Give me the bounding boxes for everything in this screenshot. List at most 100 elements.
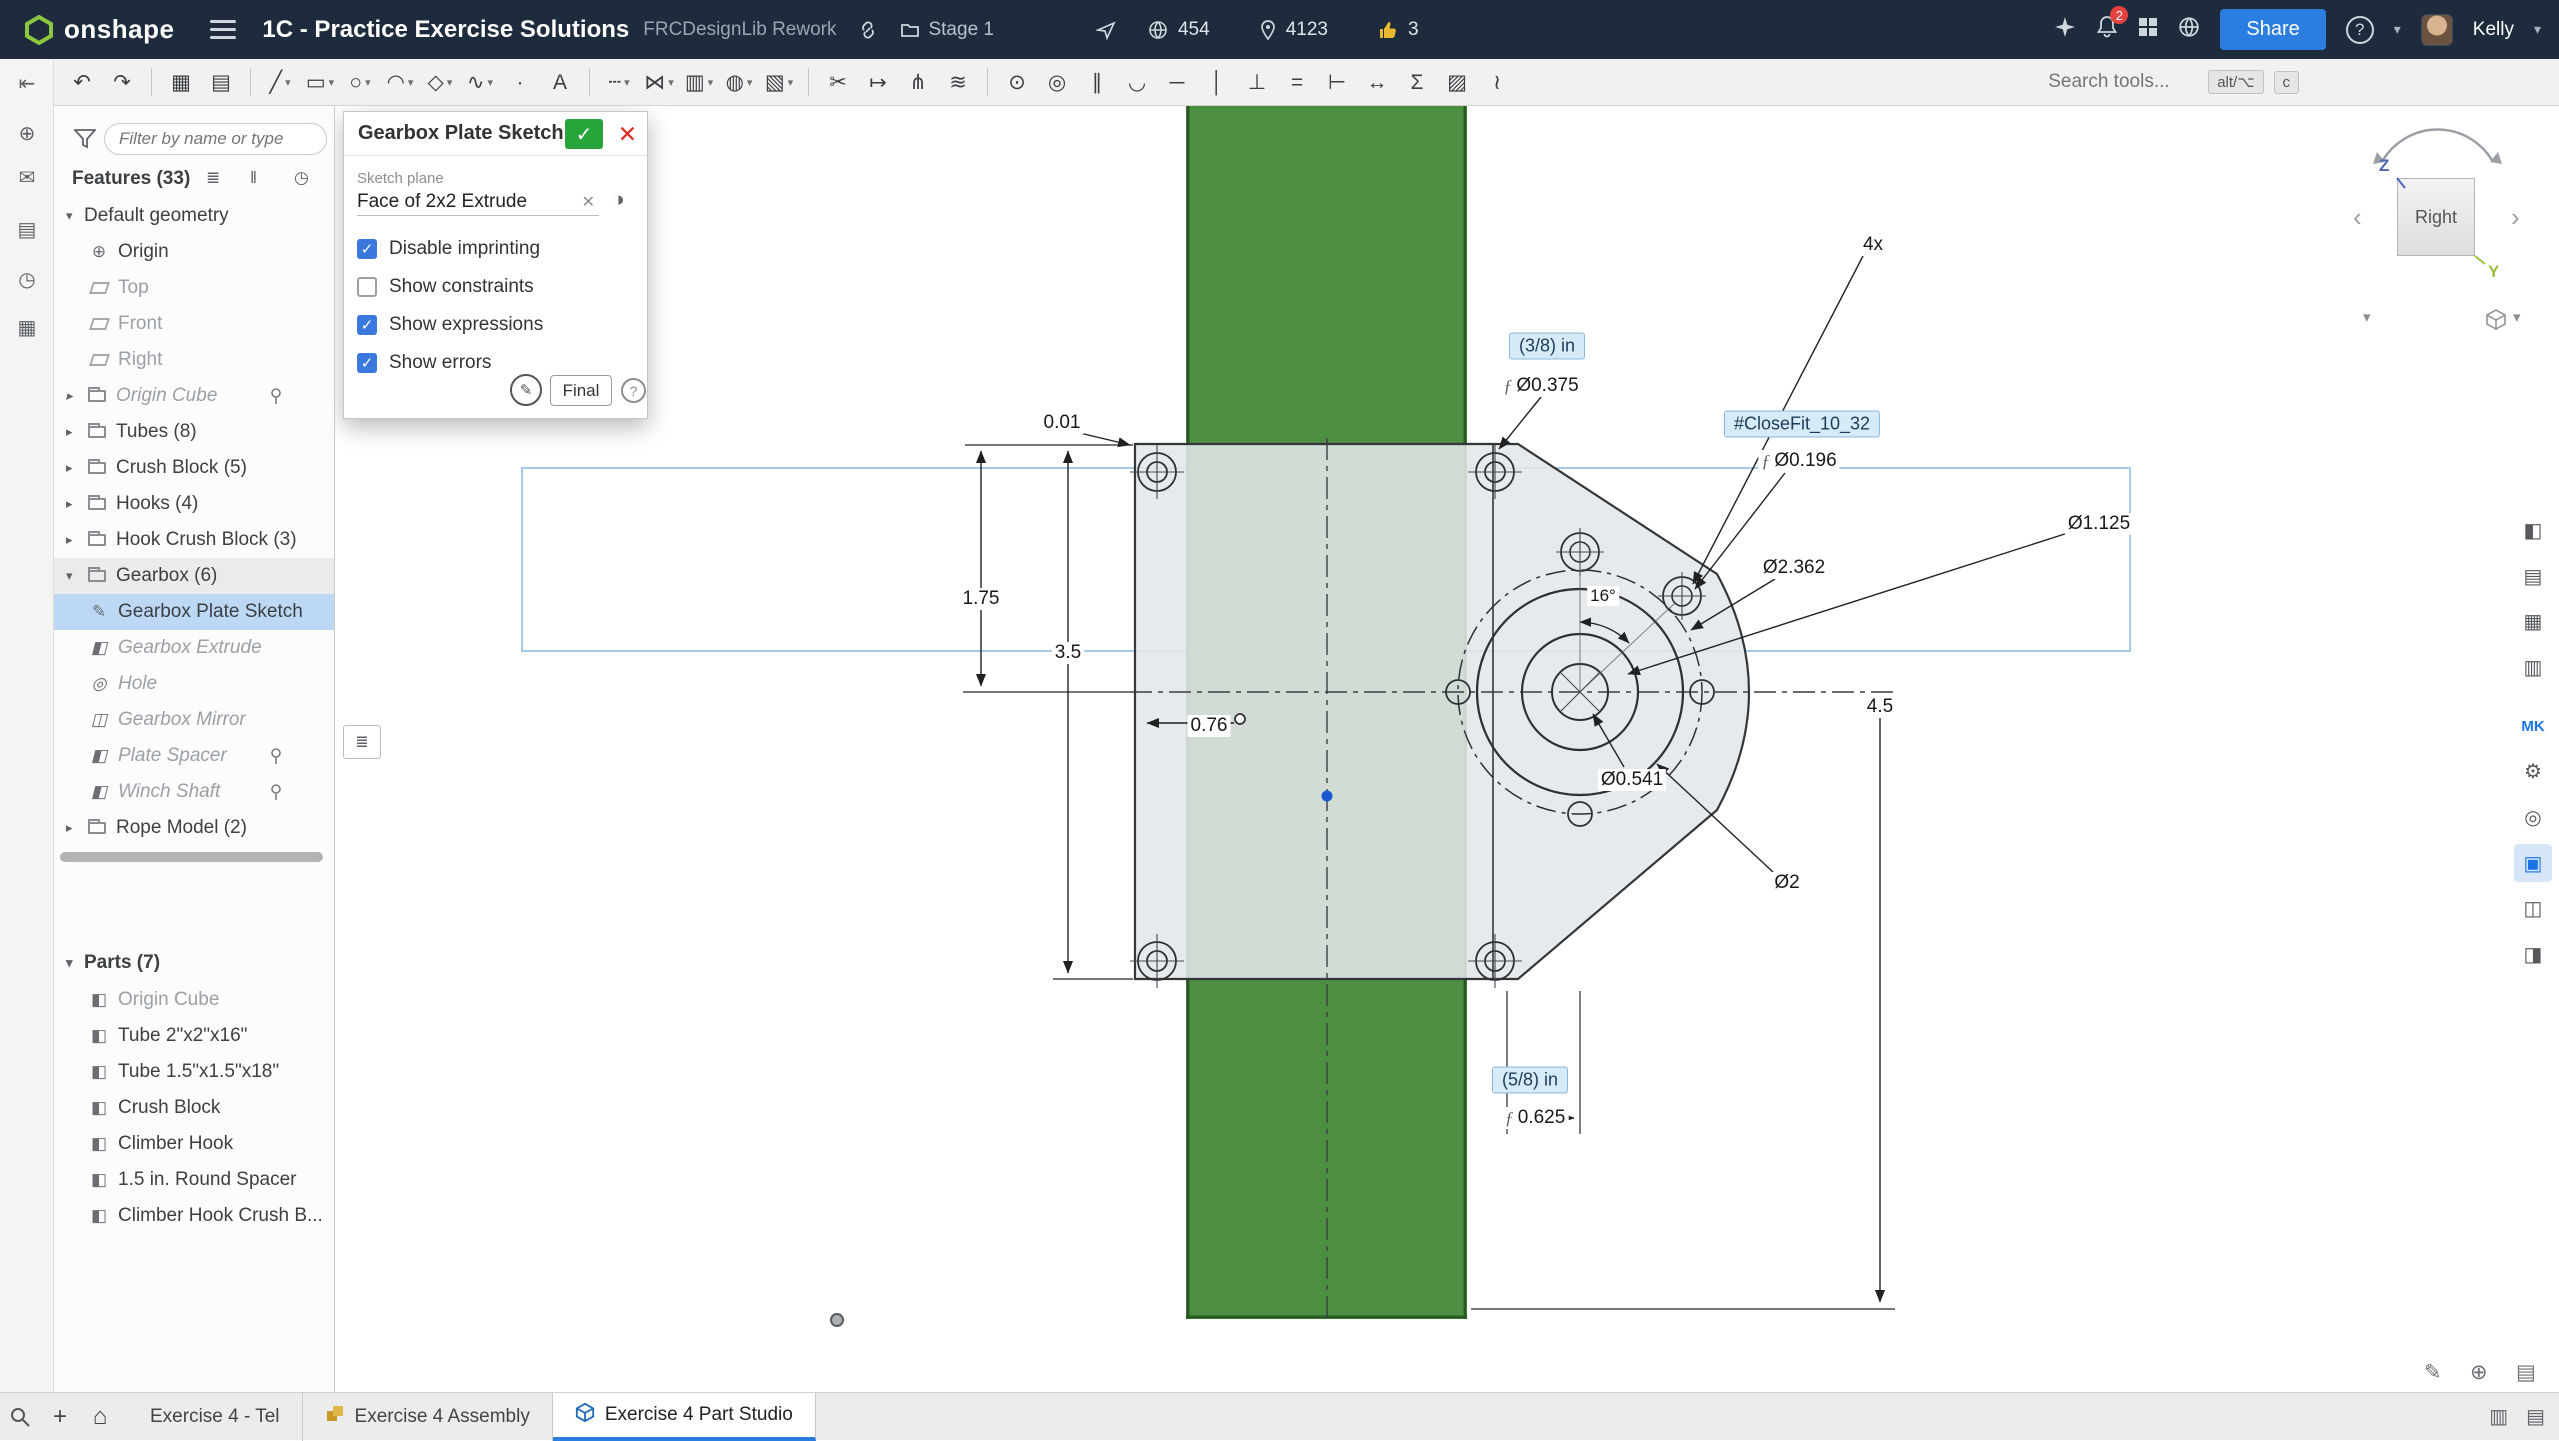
chevron-down-icon[interactable]: ▾: [66, 568, 84, 584]
feature-item-origin[interactable]: ⊕ Origin: [54, 234, 335, 270]
redo-button[interactable]: ↷: [102, 64, 142, 100]
comments-icon[interactable]: ✉: [0, 165, 54, 190]
feature-filter-input[interactable]: [104, 123, 327, 155]
feature-item-gearbox[interactable]: ▾ Gearbox (6): [54, 558, 335, 594]
sketch-canvas[interactable]: [335, 106, 2559, 1392]
insert-image-icon[interactable]: ▤: [201, 64, 241, 100]
feature-item-hole[interactable]: ◎ Hole: [54, 666, 335, 702]
dimension-label[interactable]: Ø2.362: [1760, 557, 1828, 579]
part-item-climber-hook-crush[interactable]: ◧ Climber Hook Crush B...: [54, 1198, 335, 1234]
dxf-import-tool[interactable]: ▧▾: [759, 64, 799, 100]
feature-list-flyout-button[interactable]: ≣: [343, 725, 381, 759]
variable-chip[interactable]: #CloseFit_10_32: [1724, 411, 1880, 438]
home-icon[interactable]: ⌂: [80, 1397, 120, 1437]
ai-assistant-icon[interactable]: [2054, 16, 2076, 44]
feature-item-gearbox-extrude[interactable]: ◧ Gearbox Extrude: [54, 630, 335, 666]
horizontal-constraint[interactable]: ─: [1157, 64, 1197, 100]
feature-item-top-plane[interactable]: Top: [54, 270, 335, 306]
chevron-right-icon[interactable]: ▸: [66, 388, 84, 404]
tangent-constraint[interactable]: ◡: [1117, 64, 1157, 100]
dimension-label[interactable]: ƒ0.625: [1502, 1107, 1569, 1129]
cancel-icon[interactable]: ✕: [618, 121, 637, 148]
option-show-errors[interactable]: ✓ Show errors: [357, 352, 491, 374]
active-panel-icon[interactable]: ▣: [2514, 844, 2552, 882]
clear-selection-icon[interactable]: ✕: [582, 192, 595, 212]
view-options-caret-icon[interactable]: ▾: [2513, 308, 2521, 326]
line-tool[interactable]: ╱▾: [260, 64, 300, 100]
send-icon[interactable]: [1096, 20, 1116, 40]
feature-list-options-icon[interactable]: ≣: [206, 168, 220, 188]
edit-drawing-icon[interactable]: ✎: [2424, 1360, 2442, 1385]
feature-item-front-plane[interactable]: Front: [54, 306, 335, 342]
chevron-down-icon[interactable]: ▾: [66, 208, 84, 224]
chevron-right-icon[interactable]: ▸: [66, 460, 84, 476]
selection-history-icon[interactable]: ◑: [612, 188, 625, 212]
hatch-tool[interactable]: ▨: [1437, 64, 1477, 100]
filter-icon[interactable]: [74, 129, 96, 149]
split-tool[interactable]: ⋔: [898, 64, 938, 100]
configurations-panel-icon[interactable]: ▦: [2514, 602, 2552, 640]
dimension-label[interactable]: ƒØ0.196: [1758, 450, 1839, 472]
construction-toggle[interactable]: ┄▾: [599, 64, 639, 100]
avatar[interactable]: [2421, 14, 2453, 46]
chevron-right-icon[interactable]: ▸: [66, 820, 84, 836]
sketch-plane-field[interactable]: Face of 2x2 Extrude ✕: [357, 188, 599, 216]
document-title[interactable]: 1C - Practice Exercise Solutions: [262, 16, 629, 44]
offset-tool[interactable]: ≋: [938, 64, 978, 100]
dimension-label[interactable]: Ø1.125: [2065, 513, 2133, 535]
circle-tool[interactable]: ○▾: [340, 64, 380, 100]
link-icon[interactable]: [858, 20, 878, 40]
sync-status-icon[interactable]: ⊕: [2470, 1360, 2488, 1385]
history-icon[interactable]: ◷: [0, 267, 54, 292]
part-item-tube-15x15[interactable]: ◧ Tube 1.5"x1.5"x18": [54, 1054, 335, 1090]
mkcad-app-icon[interactable]: MK: [2514, 707, 2552, 745]
language-globe-icon[interactable]: [2178, 16, 2200, 43]
final-button[interactable]: Final: [550, 375, 612, 406]
rebuild-history-icon[interactable]: ◷: [294, 168, 309, 188]
workspace-folder-icon[interactable]: [900, 21, 920, 39]
spline-tool[interactable]: ∿▾: [460, 64, 500, 100]
midpoint-constraint[interactable]: ⊢: [1317, 64, 1357, 100]
gearbox-plate-face[interactable]: [1135, 444, 1749, 979]
part-item-round-spacer[interactable]: ◧ 1.5 in. Round Spacer: [54, 1162, 335, 1198]
rotate-left-icon[interactable]: ‹: [2353, 202, 2362, 233]
view-menu-caret-icon[interactable]: ▾: [2363, 308, 2371, 326]
curve-pattern-tool[interactable]: ≀: [1477, 64, 1517, 100]
option-show-constraints[interactable]: Show constraints: [357, 276, 534, 298]
feature-item-hooks[interactable]: ▸ Hooks (4): [54, 486, 335, 522]
properties-icon[interactable]: ▤: [0, 217, 54, 242]
feature-item-origin-cube[interactable]: ▸ Origin Cube: [54, 378, 335, 414]
equal-constraint[interactable]: =: [1277, 64, 1317, 100]
dimension-label[interactable]: 4.5: [1864, 696, 1896, 718]
sketch-point[interactable]: [1235, 714, 1245, 724]
user-caret-icon[interactable]: ▾: [2534, 21, 2541, 38]
count-label[interactable]: 4x: [1860, 234, 1886, 256]
search-tools-input[interactable]: [2048, 71, 2198, 93]
database-icon[interactable]: ▤: [2516, 1360, 2536, 1385]
chevron-right-icon[interactable]: ▸: [66, 496, 84, 512]
search-tabs-icon[interactable]: [0, 1397, 40, 1437]
feature-item-plate-spacer[interactable]: ◧ Plate Spacer: [54, 738, 335, 774]
measure-panel-icon[interactable]: ◎: [2514, 798, 2552, 836]
rollback-bar[interactable]: [60, 852, 323, 862]
stray-point[interactable]: [831, 1314, 843, 1326]
part-item-climber-hook[interactable]: ◧ Climber Hook: [54, 1126, 335, 1162]
dimension-label[interactable]: 0.01: [1041, 412, 1084, 434]
layers-panel-icon[interactable]: ◫: [2514, 889, 2552, 927]
graphics-area[interactable]: 0.01 1.75 3.5 0.76 4x (3/8) in ƒØ0.375 #…: [335, 106, 2559, 1392]
option-show-expressions[interactable]: ✓ Show expressions: [357, 314, 543, 336]
accept-button[interactable]: ✓: [565, 119, 603, 149]
rectangle-tool[interactable]: ▭▾: [300, 64, 340, 100]
point-tool[interactable]: ·: [500, 64, 540, 100]
properties-panel-icon[interactable]: ▤: [2514, 557, 2552, 595]
part-item-origin-cube[interactable]: ◧ Origin Cube: [54, 982, 335, 1018]
bom-panel-icon[interactable]: ▥: [2514, 648, 2552, 686]
dimension-label[interactable]: 3.5: [1052, 642, 1084, 664]
dialog-help-icon[interactable]: ?: [621, 378, 646, 403]
units-chip[interactable]: (3/8) in: [1509, 333, 1585, 360]
onshape-logo[interactable]: onshape: [24, 14, 174, 45]
collapse-panel-icon[interactable]: ⇤: [0, 71, 54, 96]
dimension-label[interactable]: ƒØ0.375: [1500, 375, 1581, 397]
chevron-right-icon[interactable]: ▸: [66, 532, 84, 548]
tab-exercise-4-assembly[interactable]: Exercise 4 Assembly: [303, 1393, 553, 1441]
